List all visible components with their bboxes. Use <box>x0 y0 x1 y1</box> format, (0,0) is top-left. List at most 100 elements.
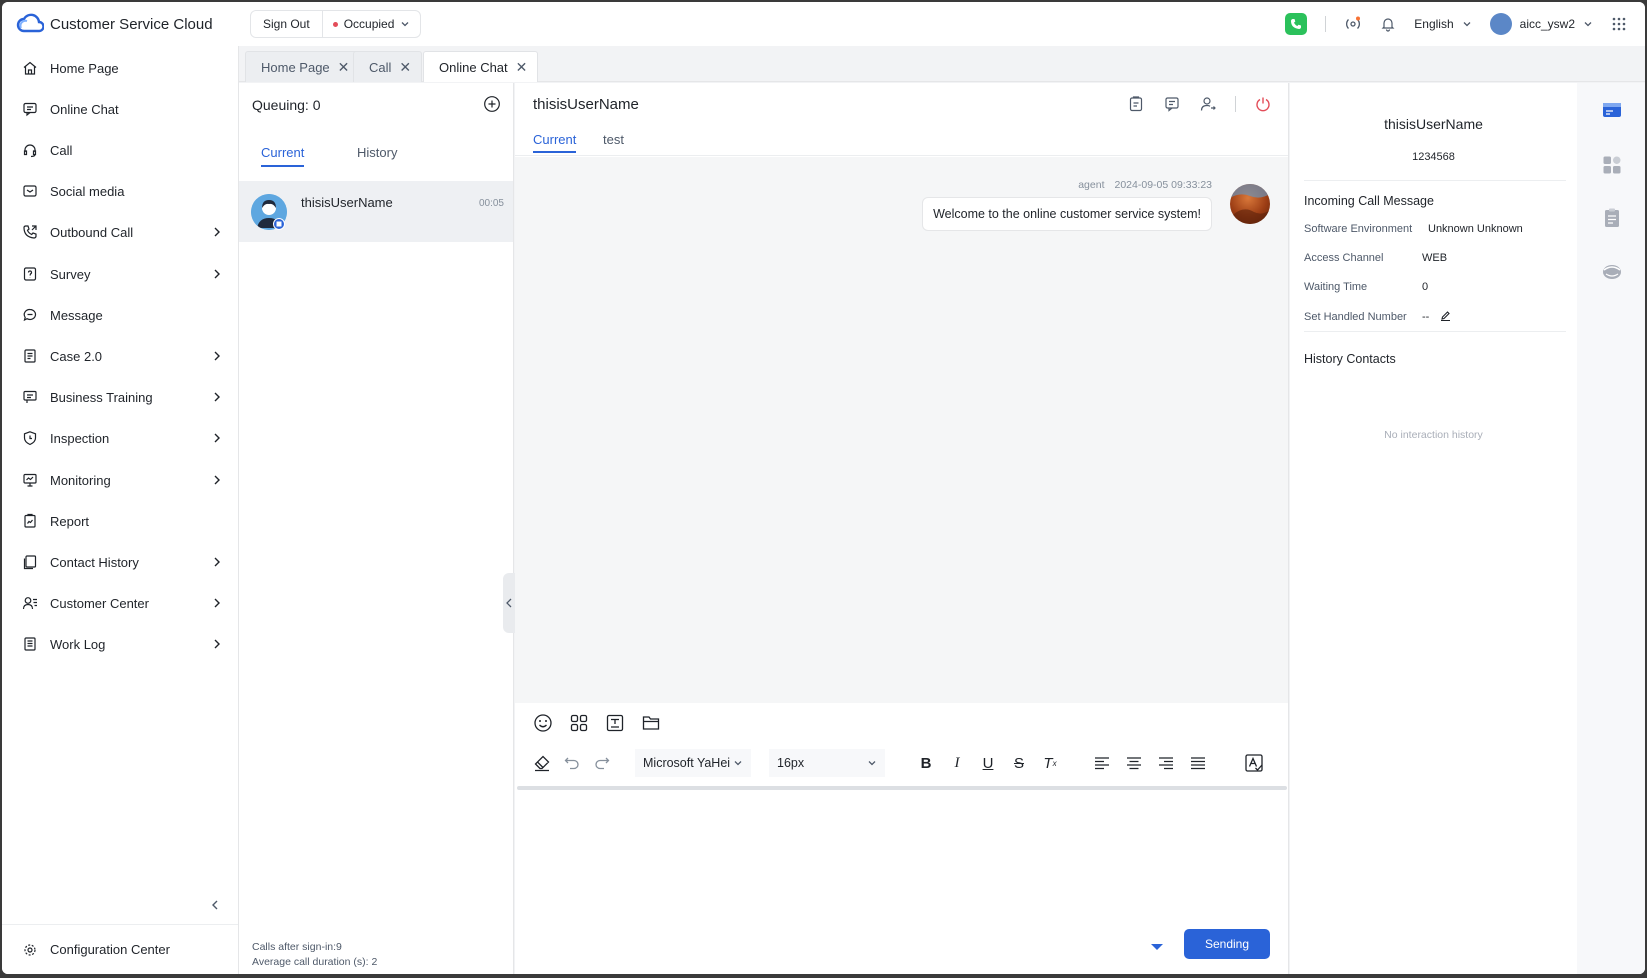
sidebar-item-inspection[interactable]: Inspection <box>2 418 238 458</box>
sign-out-button[interactable]: Sign Out <box>251 11 323 37</box>
chevron-down-icon <box>868 761 876 766</box>
message-input[interactable] <box>515 791 1288 921</box>
chat-actions <box>1127 95 1272 113</box>
clipboard-icon[interactable] <box>1127 95 1145 113</box>
headset-icon <box>22 142 38 158</box>
close-icon[interactable]: ✕ <box>516 59 528 76</box>
send-button[interactable]: Sending <box>1184 929 1270 959</box>
edit-icon[interactable] <box>1440 310 1451 322</box>
sidebar-collapse-icon[interactable] <box>208 898 222 912</box>
customer-card-icon[interactable] <box>1601 99 1623 121</box>
sidebar-item-configuration-center[interactable]: Configuration Center <box>2 924 238 974</box>
redo-icon[interactable] <box>591 752 613 774</box>
tab-chat-current[interactable]: Current <box>533 132 577 153</box>
spellcheck-icon[interactable] <box>1243 752 1265 774</box>
social-icon <box>22 183 38 199</box>
main-area: Home Page ✕ Call ✕ Online Chat ✕ Queuing: 0… <box>238 46 1645 974</box>
language-dropdown[interactable]: English <box>1414 17 1471 31</box>
template-icon[interactable] <box>605 713 625 733</box>
folder-icon[interactable] <box>641 713 661 733</box>
add-circle-icon[interactable] <box>483 95 501 113</box>
queue-title: Queuing: 0 <box>252 97 321 113</box>
sidebar-item-message[interactable]: Message <box>2 295 238 335</box>
phone-icon <box>1291 19 1302 29</box>
status-dot-icon <box>332 21 338 27</box>
sidebar-item-call[interactable]: Call <box>2 130 238 170</box>
align-left-icon[interactable] <box>1091 752 1113 774</box>
font-family-select[interactable]: Microsoft YaHei <box>635 749 751 777</box>
web-channel-icon <box>273 218 285 230</box>
emoji-icon[interactable] <box>533 713 553 733</box>
tab-home-page[interactable]: Home Page ✕ <box>245 51 361 82</box>
knowledge-icon[interactable] <box>1601 260 1623 282</box>
eraser-icon[interactable] <box>531 752 553 774</box>
sidebar-item-customer-center[interactable]: Customer Center <box>2 583 238 623</box>
undo-icon[interactable] <box>561 752 583 774</box>
sidebar-item-business-training[interactable]: Business Training <box>2 377 238 417</box>
bold-icon[interactable]: B <box>915 752 937 774</box>
phone-button[interactable] <box>1285 13 1308 35</box>
font-size-select[interactable]: 16px <box>769 749 885 777</box>
sidebar-item-work-log[interactable]: Work Log <box>2 624 238 664</box>
divider <box>1304 331 1566 332</box>
language-label: English <box>1414 17 1454 31</box>
sidebar-item-online-chat[interactable]: Online Chat <box>2 89 238 129</box>
italic-icon[interactable]: I <box>946 752 968 774</box>
app-window: Customer Service Cloud Sign Out Occupied… <box>2 2 1645 974</box>
broadcast-icon[interactable] <box>1344 15 1362 33</box>
align-right-icon[interactable] <box>1155 752 1177 774</box>
chevron-down-icon <box>1584 22 1592 27</box>
sidebar-item-outbound-call[interactable]: Outbound Call <box>2 212 238 252</box>
avatar <box>1489 13 1512 35</box>
power-icon[interactable] <box>1254 95 1272 113</box>
message-sender: agent <box>1078 179 1105 191</box>
document-icon[interactable] <box>1601 207 1623 229</box>
chat-panel: thisisUserName Current test agent 2024-0… <box>515 83 1289 974</box>
header-divider <box>1325 16 1327 32</box>
strikethrough-icon[interactable]: S <box>1008 752 1030 774</box>
sidebar-item-report[interactable]: Report <box>2 501 238 541</box>
tab-current[interactable]: Current <box>261 145 305 167</box>
bell-icon[interactable] <box>1380 16 1396 32</box>
apps-grid-icon[interactable] <box>1611 16 1627 32</box>
chevron-right-icon <box>214 557 220 567</box>
survey-icon <box>22 266 38 282</box>
tab-chat-test[interactable]: test <box>603 132 624 147</box>
tab-online-chat[interactable]: Online Chat ✕ <box>423 51 539 82</box>
chat-icon <box>22 101 38 117</box>
chevron-right-icon <box>214 392 220 402</box>
queue-collapse-handle[interactable] <box>503 573 515 633</box>
sidebar-item-monitoring[interactable]: Monitoring <box>2 460 238 500</box>
sidebar-item-case[interactable]: Case 2.0 <box>2 336 238 376</box>
clear-format-icon[interactable]: Tx <box>1039 752 1061 774</box>
sidebar: Home Page Online Chat Call Social media … <box>2 46 238 974</box>
align-center-icon[interactable] <box>1123 752 1145 774</box>
notes-icon[interactable] <box>1163 95 1181 113</box>
customer-name: thisisUserName <box>1384 116 1483 132</box>
right-rail <box>1577 83 1645 974</box>
sidebar-item-survey[interactable]: Survey <box>2 254 238 294</box>
status-dropdown[interactable]: Occupied <box>323 17 421 31</box>
align-justify-icon[interactable] <box>1187 752 1209 774</box>
caret-down-icon[interactable] <box>1150 942 1164 952</box>
close-icon[interactable]: ✕ <box>399 59 411 76</box>
transfer-user-icon[interactable] <box>1199 95 1217 113</box>
section-incoming-call-message: Incoming Call Message <box>1304 194 1434 208</box>
sidebar-item-home-page[interactable]: Home Page <box>2 48 238 88</box>
home-icon <box>22 60 38 76</box>
quick-reply-icon[interactable] <box>569 713 589 733</box>
tab-history[interactable]: History <box>357 145 397 160</box>
user-menu[interactable]: aicc_ysw2 <box>1489 13 1593 35</box>
underline-icon[interactable]: U <box>977 752 999 774</box>
gear-icon <box>22 942 38 958</box>
sidebar-item-social-media[interactable]: Social media <box>2 171 238 211</box>
sidebar-item-contact-history[interactable]: Contact History <box>2 542 238 582</box>
widgets-icon[interactable] <box>1601 154 1623 176</box>
username: aicc_ysw2 <box>1519 17 1575 31</box>
monitor-icon <box>22 472 38 488</box>
list-item[interactable]: thisisUserName 00:05 <box>239 181 513 242</box>
case-icon <box>22 348 38 364</box>
tab-call[interactable]: Call ✕ <box>353 51 423 82</box>
close-icon[interactable]: ✕ <box>338 59 350 76</box>
shield-icon <box>22 430 38 446</box>
